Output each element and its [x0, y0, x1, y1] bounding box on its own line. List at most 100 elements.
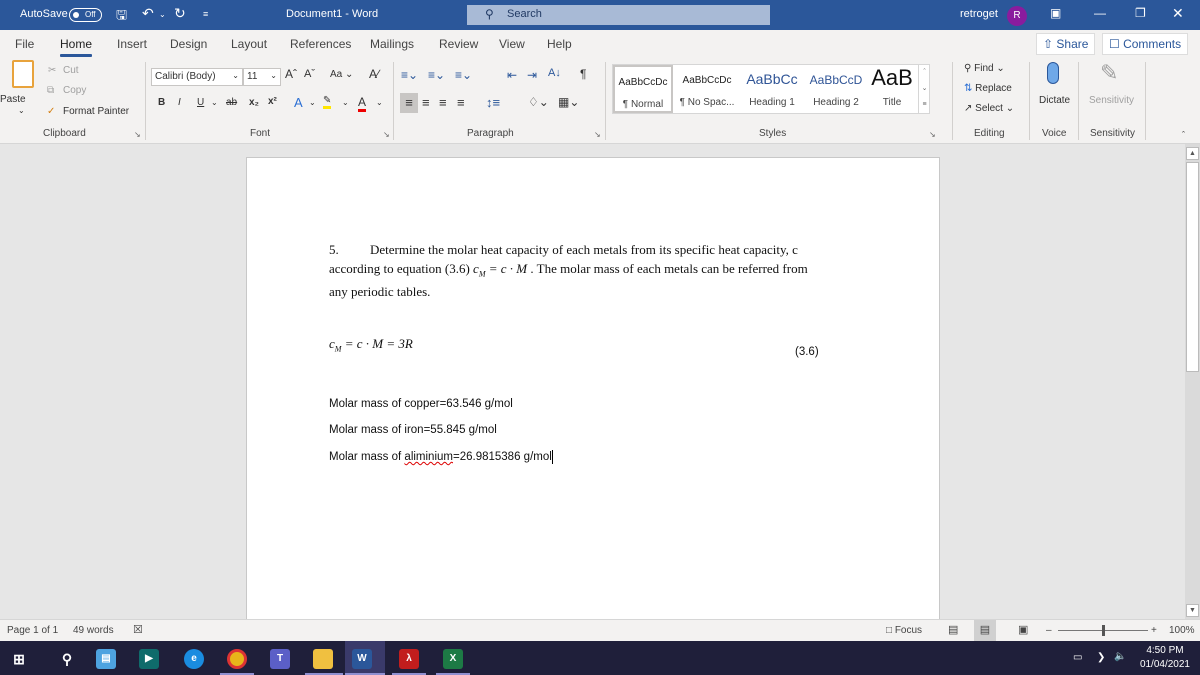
customize-qat-icon[interactable]: ≡: [203, 9, 208, 19]
save-icon[interactable]: 🖫: [116, 6, 127, 28]
tab-references[interactable]: References: [290, 37, 351, 51]
font-launcher-icon[interactable]: ↘: [383, 130, 390, 139]
font-color-icon[interactable]: A: [358, 95, 367, 112]
styles-scroll[interactable]: ˆ ⌄ ≡: [918, 65, 930, 113]
proofing-icon[interactable]: ☒: [133, 623, 143, 636]
paragraph-launcher-icon[interactable]: ↘: [594, 130, 601, 139]
search-box[interactable]: ⚲ Search: [467, 5, 770, 25]
user-name[interactable]: retroget: [960, 8, 998, 20]
avatar[interactable]: R: [1007, 6, 1027, 26]
document-page[interactable]: 5. Determine the molar heat capacity of …: [246, 157, 940, 627]
word-icon[interactable]: W: [352, 649, 372, 669]
align-center-icon[interactable]: ≡: [422, 95, 430, 110]
tab-file[interactable]: File: [15, 37, 34, 51]
numbering-icon[interactable]: ≡⌄: [428, 68, 445, 82]
tab-design[interactable]: Design: [170, 37, 207, 51]
zoom-out-icon[interactable]: –: [1046, 625, 1052, 636]
tab-home[interactable]: Home: [60, 37, 93, 57]
collapse-ribbon-icon[interactable]: ˆ: [1182, 130, 1185, 140]
tab-review[interactable]: Review: [439, 37, 478, 51]
web-layout-icon[interactable]: ▣: [1018, 623, 1028, 636]
copy-button[interactable]: Copy: [63, 85, 86, 96]
battery-icon[interactable]: ▭: [1073, 652, 1082, 663]
align-left-icon[interactable]: ≡: [400, 93, 418, 113]
sensitivity-button[interactable]: Sensitivity: [1089, 95, 1134, 106]
font-color-dropdown-icon[interactable]: ⌄: [376, 98, 383, 107]
text-effects-icon[interactable]: A: [294, 95, 303, 110]
zoom-slider-thumb[interactable]: [1102, 625, 1105, 636]
sort-icon[interactable]: A↓: [548, 67, 561, 79]
underline-icon[interactable]: U: [197, 97, 204, 108]
select-button[interactable]: ↗ Select ⌄: [964, 103, 1014, 114]
paste-button[interactable]: Paste: [0, 94, 26, 105]
comments-button[interactable]: ☐ Comments: [1102, 33, 1189, 55]
subscript-icon[interactable]: x₂: [249, 97, 259, 108]
italic-icon[interactable]: I: [178, 97, 181, 108]
increase-indent-icon[interactable]: ⇥: [527, 68, 537, 82]
style-normal[interactable]: AaBbCcDc ¶ Normal: [613, 65, 673, 113]
restore-icon[interactable]: ❐: [1135, 6, 1146, 20]
justify-icon[interactable]: ≡: [457, 95, 465, 110]
autosave-toggle[interactable]: Off: [69, 8, 102, 22]
edge-icon[interactable]: e: [184, 649, 204, 669]
tab-mailings[interactable]: Mailings: [370, 37, 414, 51]
media-player-icon[interactable]: ▶: [139, 649, 159, 669]
scroll-up-icon[interactable]: ▲: [1186, 147, 1199, 160]
line-spacing-icon[interactable]: ↕≡: [486, 95, 500, 110]
highlight-icon[interactable]: ✎: [323, 95, 332, 109]
page-count[interactable]: Page 1 of 1: [7, 625, 58, 636]
scroll-down-icon[interactable]: ▼: [1186, 604, 1199, 617]
highlight-dropdown-icon[interactable]: ⌄: [342, 98, 349, 107]
task-manager-icon[interactable]: ▤: [96, 649, 116, 669]
borders-icon[interactable]: ▦⌄: [558, 95, 579, 109]
change-case-button[interactable]: Aa ⌄: [330, 69, 353, 80]
paste-dropdown-icon[interactable]: ⌄: [18, 106, 25, 115]
bullets-icon[interactable]: ≡⌄: [401, 68, 418, 82]
cut-button[interactable]: Cut: [63, 65, 79, 76]
find-button[interactable]: ⚲ Find ⌄: [964, 63, 1005, 74]
acrobat-icon[interactable]: λ: [399, 649, 419, 669]
zoom-percent[interactable]: 100%: [1169, 625, 1195, 636]
style-title[interactable]: AaB Title: [869, 65, 915, 113]
text-effects-dropdown-icon[interactable]: ⌄: [309, 98, 316, 107]
wifi-icon[interactable]: ❯: [1097, 652, 1105, 663]
scrollbar-thumb[interactable]: [1186, 162, 1199, 372]
share-button[interactable]: ⇧ Share: [1036, 33, 1096, 55]
minimize-icon[interactable]: —: [1094, 6, 1106, 20]
search-icon[interactable]: ⚲: [57, 649, 77, 669]
tab-insert[interactable]: Insert: [117, 37, 147, 51]
file-explorer-icon[interactable]: [313, 649, 333, 669]
zoom-in-icon[interactable]: +: [1151, 625, 1157, 636]
volume-icon[interactable]: 🔈: [1114, 651, 1126, 662]
clear-formatting-icon[interactable]: A∕: [369, 67, 379, 81]
show-formatting-icon[interactable]: ¶: [580, 67, 586, 81]
style-no-spacing[interactable]: AaBbCcDc ¶ No Spac...: [675, 65, 739, 113]
font-name-select[interactable]: Calibri (Body) ⌄: [151, 68, 243, 86]
tab-help[interactable]: Help: [547, 37, 572, 51]
tab-layout[interactable]: Layout: [231, 37, 267, 51]
undo-icon[interactable]: ↶: [142, 5, 154, 22]
replace-button[interactable]: ⇅ Replace: [964, 83, 1012, 94]
vertical-scrollbar[interactable]: ▲ ▼: [1185, 144, 1200, 619]
shading-icon[interactable]: ♢⌄: [528, 95, 549, 109]
tab-view[interactable]: View: [499, 37, 525, 51]
print-layout-icon[interactable]: ▤: [974, 620, 996, 641]
microphone-icon[interactable]: [1047, 62, 1059, 84]
clock[interactable]: 4:50 PM 01/04/2021: [1140, 644, 1190, 672]
bold-icon[interactable]: B: [158, 97, 165, 108]
teams-icon[interactable]: T: [270, 649, 290, 669]
dictate-button[interactable]: Dictate: [1039, 95, 1070, 106]
redo-icon[interactable]: ↻: [174, 5, 186, 22]
paste-icon[interactable]: [12, 60, 34, 88]
font-size-select[interactable]: 11 ⌄: [243, 68, 281, 86]
word-count[interactable]: 49 words: [73, 625, 114, 636]
close-icon[interactable]: ✕: [1172, 5, 1184, 22]
undo-dropdown-icon[interactable]: ⌄: [159, 10, 166, 19]
align-right-icon[interactable]: ≡: [439, 95, 447, 110]
style-heading-2[interactable]: AaBbCcD Heading 2: [805, 65, 867, 113]
format-painter-button[interactable]: Format Painter: [63, 106, 129, 117]
styles-launcher-icon[interactable]: ↘: [929, 130, 936, 139]
read-mode-icon[interactable]: ▤: [948, 623, 958, 636]
shrink-font-icon[interactable]: Aˇ: [304, 68, 315, 80]
strikethrough-icon[interactable]: ab: [226, 97, 237, 108]
